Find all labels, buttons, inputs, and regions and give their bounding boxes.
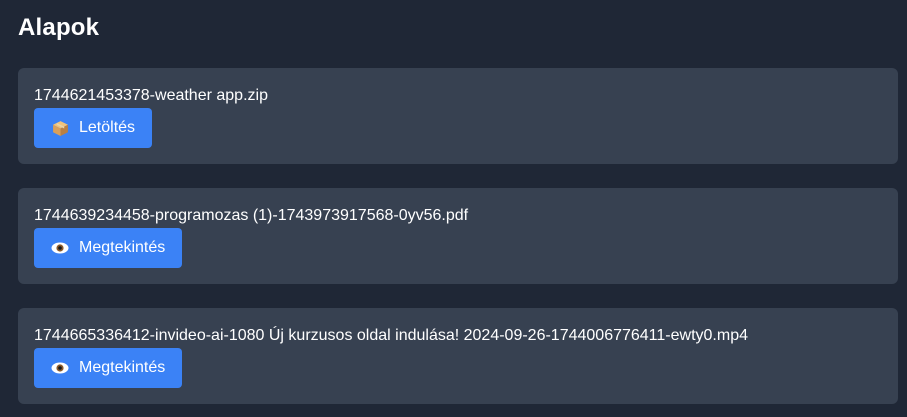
view-button[interactable]: Megtekintés	[34, 228, 183, 268]
eye-icon	[51, 239, 69, 257]
download-button[interactable]: Letöltés	[34, 108, 153, 148]
view-button-label: Megtekintés	[79, 359, 166, 376]
eye-icon	[51, 359, 69, 377]
file-name: 1744665336412-invideo-ai-1080 Új kurzuso…	[34, 327, 748, 344]
file-name: 1744639234458-programozas (1)-1743973917…	[34, 207, 469, 224]
file-name: 1744621453378-weather app.zip	[34, 87, 268, 104]
file-card: 1744639234458-programozas (1)-1743973917…	[18, 188, 898, 284]
file-card: 1744621453378-weather app.zip Letöltés	[18, 68, 898, 164]
view-button[interactable]: Megtekintés	[34, 348, 183, 388]
section-title: Alapok	[18, 14, 100, 41]
package-icon	[51, 119, 69, 137]
view-button-label: Megtekintés	[79, 239, 166, 256]
materials-page: Alapok 1744621453378-weather app.zip Let…	[0, 0, 907, 417]
download-button-label: Letöltés	[79, 119, 136, 136]
file-card: 1744665336412-invideo-ai-1080 Új kurzuso…	[18, 308, 898, 404]
